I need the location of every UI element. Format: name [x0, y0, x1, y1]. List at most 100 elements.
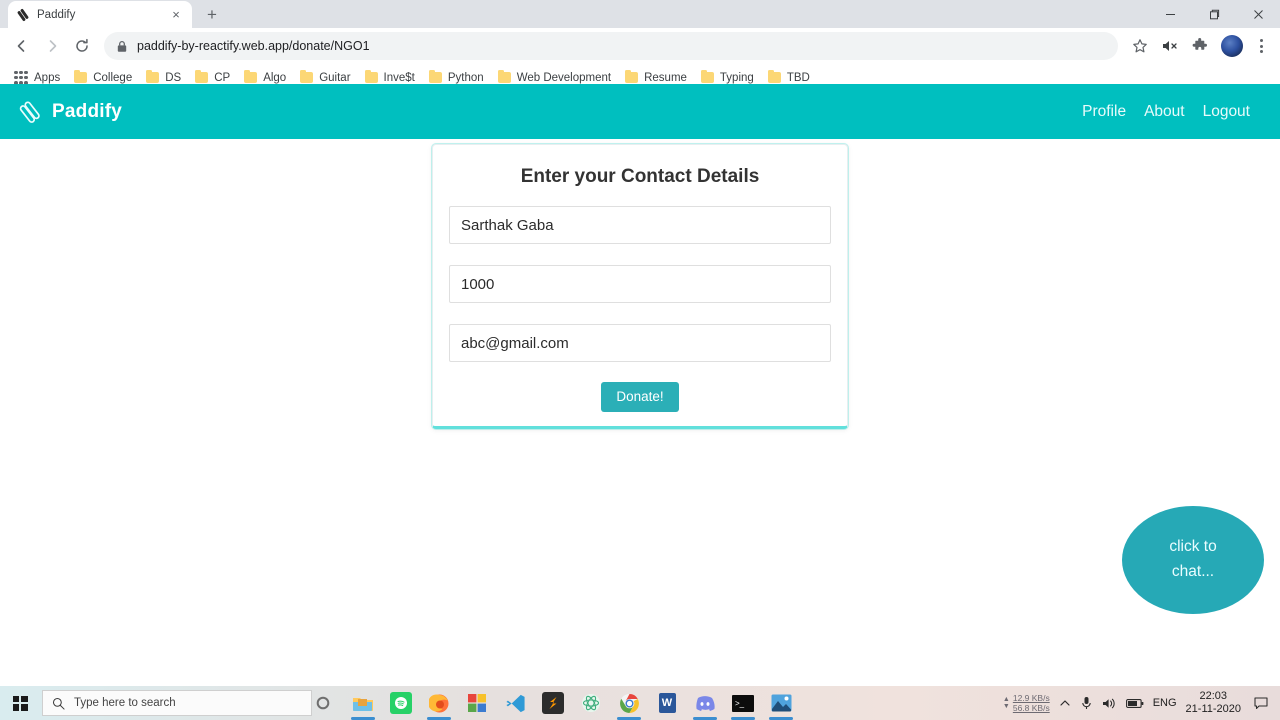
page-content: Paddify Profile About Logout Enter your … — [0, 84, 1280, 652]
folder-icon — [767, 69, 781, 83]
muted-speaker-icon[interactable] — [1156, 32, 1184, 60]
folder-icon — [700, 69, 714, 83]
taskbar-app-visual-studio-code[interactable] — [500, 686, 530, 720]
brand[interactable]: Paddify — [18, 100, 122, 124]
taskbar-app-discord[interactable] — [690, 686, 720, 720]
speaker-icon[interactable] — [1102, 697, 1117, 710]
nav-link-about[interactable]: About — [1144, 103, 1185, 121]
address-bar[interactable]: paddify-by-reactify.web.app/donate/NGO1 — [104, 32, 1118, 60]
full-name-input[interactable] — [449, 206, 831, 244]
bookmark-label: DS — [165, 71, 182, 84]
paddle-logo-icon — [19, 100, 40, 123]
reload-icon[interactable] — [68, 32, 96, 60]
back-arrow-icon[interactable] — [8, 32, 36, 60]
network-speed-indicator[interactable]: ▲ ▼ 12.9 KB/s 56.8 KB/s — [1003, 693, 1050, 713]
restore-icon[interactable] — [1192, 0, 1236, 28]
taskbar-app-sublime-text[interactable] — [538, 686, 568, 720]
tab-strip: Paddify × + — [0, 0, 1280, 28]
search-placeholder: Type here to search — [74, 697, 176, 709]
browser-toolbar: paddify-by-reactify.web.app/donate/NGO1 — [0, 28, 1280, 64]
folder-icon — [74, 69, 88, 83]
bookmark-label: Web Development — [516, 71, 612, 84]
taskbar-app-command-prompt[interactable]: >_ — [728, 686, 758, 720]
apps-grid-icon — [14, 70, 28, 85]
folder-icon — [497, 69, 511, 83]
folder-icon — [244, 69, 258, 83]
chat-widget-line1: click to — [1169, 538, 1217, 556]
taskbar-search[interactable]: Type here to search — [42, 690, 312, 716]
bookmark-label: Python — [447, 71, 484, 84]
page-title: Enter your Contact Details — [520, 166, 760, 187]
nav-link-profile[interactable]: Profile — [1082, 103, 1126, 121]
clock-date: 21-11-2020 — [1185, 703, 1241, 715]
taskbar-app-microsoft-store[interactable] — [462, 686, 492, 720]
browser-tab-paddify[interactable]: Paddify × — [8, 1, 192, 28]
profile-avatar[interactable] — [1221, 35, 1243, 57]
bookmark-label: Typing — [719, 71, 754, 84]
paddify-favicon — [17, 8, 29, 21]
taskbar-app-react[interactable] — [576, 686, 606, 720]
new-tab-button[interactable]: + — [198, 0, 226, 28]
network-download-speed: 12.9 KB/s — [1012, 693, 1050, 703]
bookmark-label: Algo — [263, 71, 287, 84]
browser-window: Paddify × + paddify-by-reactify.web.app/… — [0, 0, 1280, 686]
brand-name: Paddify — [52, 100, 123, 122]
taskbar-app-spotify[interactable] — [386, 686, 416, 720]
search-icon — [52, 697, 65, 710]
windows-taskbar: Type here to search W >_ ▲ ▼ 12.9 KB/s 5… — [0, 686, 1280, 720]
three-dot-menu-icon[interactable] — [1250, 32, 1272, 60]
taskbar-apps: W >_ — [348, 686, 796, 720]
email-input[interactable] — [449, 324, 831, 362]
close-window-icon[interactable] — [1236, 0, 1280, 28]
taskbar-app-microsoft-word[interactable]: W — [652, 686, 682, 720]
folder-icon — [364, 69, 378, 83]
bookmark-label: Inve$t — [383, 71, 415, 84]
start-button[interactable] — [0, 686, 40, 720]
battery-icon[interactable] — [1125, 698, 1144, 709]
chat-widget-label: click to chat... — [1169, 535, 1216, 585]
taskbar-app-firefox[interactable] — [424, 686, 454, 720]
contact-details-card: Enter your Contact Details Donate! — [432, 144, 848, 429]
puzzle-icon[interactable] — [1186, 32, 1214, 60]
taskbar-app-google-chrome[interactable] — [614, 686, 644, 720]
star-icon[interactable] — [1126, 32, 1154, 60]
microphone-icon[interactable] — [1080, 696, 1093, 710]
clock[interactable]: 22:03 21-11-2020 — [1186, 690, 1241, 716]
clock-time: 22:03 — [1199, 690, 1228, 702]
card-actions: Donate! — [449, 382, 831, 412]
taskbar-app-file-explorer[interactable] — [348, 686, 378, 720]
folder-icon — [146, 69, 160, 83]
tab-title: Paddify — [37, 8, 76, 21]
cortana-icon[interactable] — [312, 686, 334, 720]
system-tray: ▲ ▼ 12.9 KB/s 56.8 KB/s ENG 22:03 21-11-… — [1003, 686, 1280, 720]
bookmark-label: Resume — [644, 71, 687, 84]
language-indicator[interactable]: ENG — [1153, 697, 1177, 709]
chat-widget-line2: chat... — [1171, 563, 1215, 580]
minimize-icon[interactable] — [1148, 0, 1192, 28]
navbar-links: Profile About Logout — [1082, 103, 1262, 121]
notification-icon[interactable] — [1250, 686, 1272, 720]
network-arrows-icon: ▲ ▼ — [1002, 696, 1010, 710]
bookmark-label: TBD — [786, 71, 810, 84]
amount-input[interactable] — [449, 265, 831, 303]
bookmark-label: CP — [214, 71, 231, 84]
chevron-up-icon[interactable] — [1059, 697, 1071, 709]
lock-icon — [117, 40, 127, 52]
taskbar-app-photos[interactable] — [766, 686, 796, 720]
network-upload-speed: 56.8 KB/s — [1012, 703, 1050, 713]
bookmark-label: College — [93, 71, 133, 84]
close-icon[interactable]: × — [168, 7, 184, 23]
donate-button[interactable]: Donate! — [601, 382, 679, 412]
address-bar-url: paddify-by-reactify.web.app/donate/NGO1 — [137, 39, 370, 53]
folder-icon — [428, 69, 442, 83]
folder-icon — [625, 69, 639, 83]
nav-link-logout[interactable]: Logout — [1203, 103, 1250, 121]
forward-arrow-icon[interactable] — [38, 32, 66, 60]
word-icon-label: W — [658, 693, 676, 713]
folder-icon — [300, 69, 314, 83]
bookmark-label: Apps — [34, 71, 61, 84]
window-controls — [1148, 0, 1280, 28]
bookmark-label: Guitar — [319, 71, 351, 84]
chat-widget-button[interactable]: click to chat... — [1122, 506, 1264, 614]
toolbar-actions — [1126, 32, 1272, 60]
